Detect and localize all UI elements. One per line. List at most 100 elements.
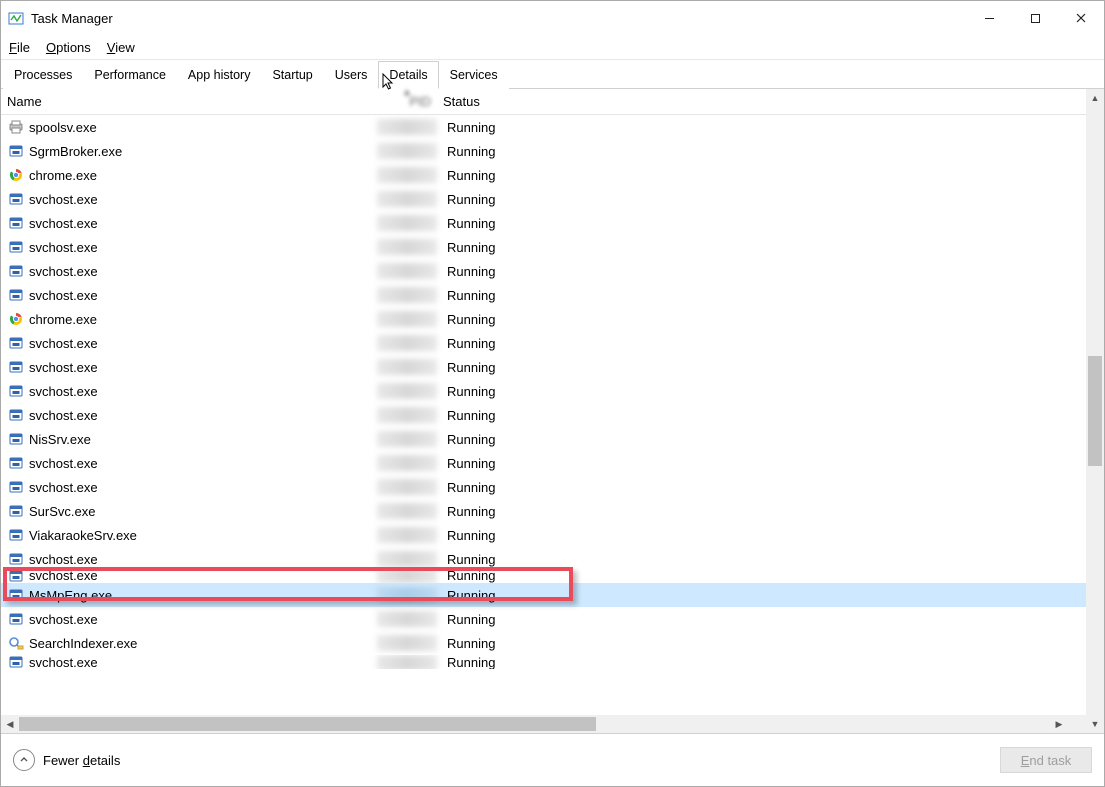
table-row[interactable]: SurSvc.exeRunning (1, 499, 1086, 523)
scroll-up-icon[interactable]: ▲ (1086, 89, 1104, 107)
menu-file[interactable]: File (9, 40, 30, 55)
process-status: Running (437, 336, 495, 351)
menu-view[interactable]: View (107, 40, 135, 55)
tab-startup[interactable]: Startup (261, 61, 323, 89)
tab-services[interactable]: Services (439, 61, 509, 89)
process-status: Running (437, 552, 495, 567)
process-pid-blurred (377, 191, 437, 207)
process-name: SearchIndexer.exe (29, 636, 377, 651)
maximize-button[interactable] (1012, 1, 1058, 35)
column-header-name[interactable]: Name (7, 94, 377, 109)
table-row[interactable]: ViakaraokeSrv.exeRunning (1, 523, 1086, 547)
close-button[interactable] (1058, 1, 1104, 35)
table-row[interactable]: svchost.exeRunning (1, 355, 1086, 379)
table-row[interactable]: svchost.exe Running (1, 235, 1086, 259)
titlebar: Task Manager (1, 1, 1104, 35)
process-name: svchost.exe (29, 336, 377, 351)
process-pid-blurred (377, 383, 437, 399)
table-row[interactable]: MsMpEng.exe Running (1, 583, 1086, 607)
table-row[interactable]: chrome.exeRunning (1, 163, 1086, 187)
process-name: MsMpEng.exe (29, 588, 377, 603)
process-pid-blurred (377, 239, 437, 255)
table-row[interactable]: svchost.exeRunning (1, 547, 1086, 571)
table-row[interactable]: NisSrv.exeRunning (1, 427, 1086, 451)
table-row[interactable]: svchost.exeRunning (1, 655, 1086, 669)
exe-icon (7, 655, 25, 669)
table-row[interactable]: svchost.exeRunning (1, 403, 1086, 427)
tab-performance[interactable]: Performance (83, 61, 177, 89)
table-row[interactable]: svchost.exeRunning (1, 571, 1086, 583)
process-pid-blurred (377, 287, 437, 303)
process-status: Running (437, 588, 495, 603)
tab-app-history[interactable]: App history (177, 61, 262, 89)
process-name: svchost.exe (29, 408, 377, 423)
menu-options[interactable]: Options (46, 40, 91, 55)
exe-icon (7, 456, 25, 470)
process-pid-blurred (377, 143, 437, 159)
sort-asc-icon: ▲ (403, 87, 412, 97)
exe-icon (7, 612, 25, 626)
process-pid-blurred (377, 215, 437, 231)
column-header-status[interactable]: Status (437, 94, 1086, 109)
process-name: svchost.exe (29, 480, 377, 495)
end-task-button[interactable]: End task (1000, 747, 1092, 773)
fewer-details-label: Fewer details (43, 753, 120, 768)
table-row[interactable]: SgrmBroker.exeRunning (1, 139, 1086, 163)
vscroll-thumb[interactable] (1088, 356, 1102, 465)
table-row[interactable]: svchost.exeRunning (1, 475, 1086, 499)
table-row[interactable]: svchost.exe Running (1, 331, 1086, 355)
vertical-scrollbar[interactable]: ▲ ▼ (1086, 89, 1104, 733)
process-pid-blurred (377, 119, 437, 135)
process-status: Running (437, 264, 495, 279)
process-name: svchost.exe (29, 456, 377, 471)
table-row[interactable]: SearchIndexer.exeRunning (1, 631, 1086, 655)
tab-strip: Processes Performance App history Startu… (1, 59, 1104, 89)
table-row[interactable]: svchost.exeRunning (1, 283, 1086, 307)
process-name: svchost.exe (29, 240, 377, 255)
chrome-icon (7, 312, 25, 326)
scroll-right-icon[interactable]: ▶ (1050, 715, 1068, 733)
scroll-down-icon[interactable]: ▼ (1086, 715, 1104, 733)
tab-users[interactable]: Users (324, 61, 379, 89)
process-pid-blurred (377, 167, 437, 183)
exe-icon (7, 571, 25, 583)
table-row[interactable]: svchost.exeRunning (1, 211, 1086, 235)
exe-icon (7, 504, 25, 518)
process-name: svchost.exe (29, 216, 377, 231)
process-name: SurSvc.exe (29, 504, 377, 519)
exe-icon (7, 588, 25, 602)
process-pid-blurred (377, 407, 437, 423)
exe-icon (7, 192, 25, 206)
process-pid-blurred (377, 503, 437, 519)
column-header-pid[interactable]: ▲ PID (377, 89, 437, 114)
process-status: Running (437, 192, 495, 207)
exe-icon (7, 432, 25, 446)
table-row[interactable]: svchost.exeRunning (1, 187, 1086, 211)
table-row[interactable]: svchost.exeRunning (1, 259, 1086, 283)
window-controls (966, 1, 1104, 35)
hscroll-thumb[interactable] (19, 717, 596, 731)
horizontal-scrollbar[interactable]: ◀ ▶ (1, 715, 1086, 733)
table-row[interactable]: spoolsv.exeRunning (1, 115, 1086, 139)
process-name: ViakaraokeSrv.exe (29, 528, 377, 543)
process-status: Running (437, 288, 495, 303)
table-row[interactable]: chrome.exeRunning (1, 307, 1086, 331)
process-pid-blurred (377, 587, 437, 603)
table-row[interactable]: svchost.exeRunning (1, 607, 1086, 631)
exe-icon (7, 360, 25, 374)
table-row[interactable]: svchost.exeRunning (1, 379, 1086, 403)
scroll-left-icon[interactable]: ◀ (1, 715, 19, 733)
fewer-details-button[interactable]: Fewer details (13, 749, 120, 771)
process-pid-blurred (377, 431, 437, 447)
exe-icon (7, 384, 25, 398)
process-pid-blurred (377, 263, 437, 279)
exe-icon (7, 240, 25, 254)
process-name: NisSrv.exe (29, 432, 377, 447)
task-manager-icon (7, 9, 25, 27)
process-status: Running (437, 240, 495, 255)
table-row[interactable]: svchost.exeRunning (1, 451, 1086, 475)
tab-processes[interactable]: Processes (3, 61, 83, 89)
exe-icon (7, 552, 25, 566)
tab-details[interactable]: Details (378, 61, 438, 89)
minimize-button[interactable] (966, 1, 1012, 35)
